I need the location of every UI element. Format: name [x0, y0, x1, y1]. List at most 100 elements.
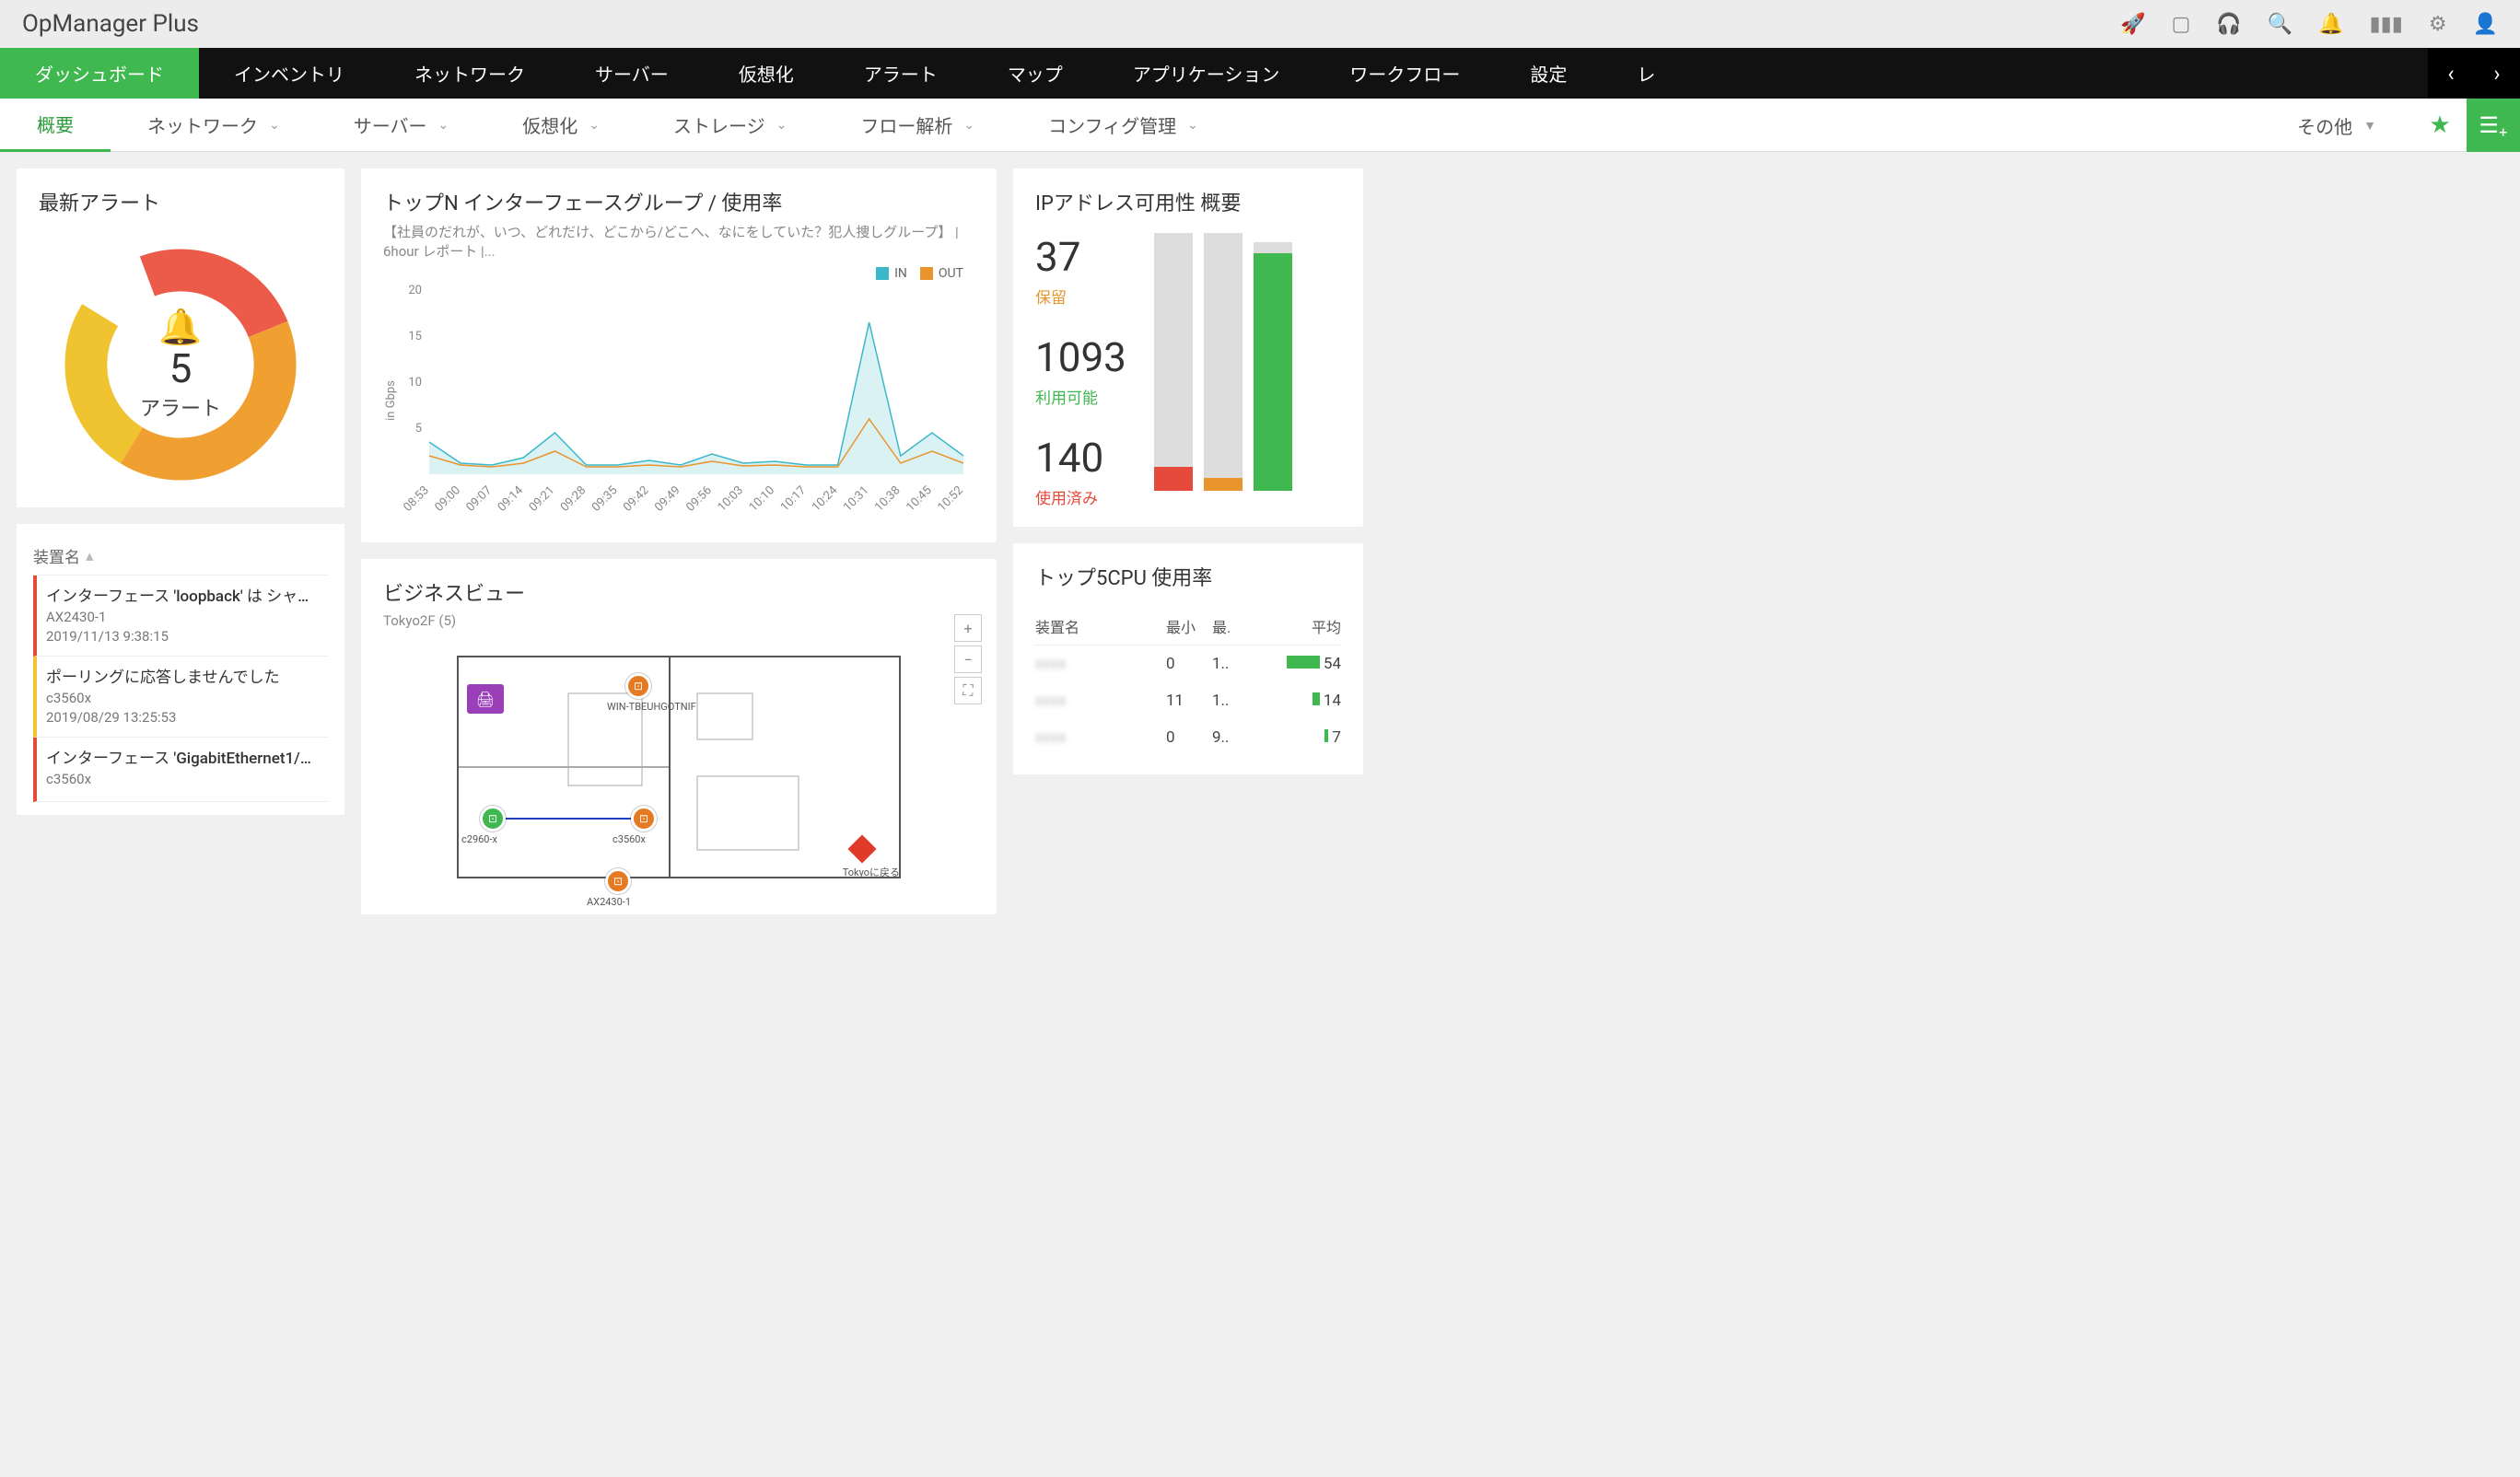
- rocket-icon[interactable]: 🚀: [2120, 13, 2145, 36]
- svg-text:09:28: 09:28: [558, 483, 589, 514]
- svg-text:10:24: 10:24: [810, 483, 841, 515]
- nav-6[interactable]: マップ: [973, 48, 1098, 99]
- legend-out: OUT: [939, 266, 963, 281]
- widgets-icon[interactable]: ▮▮▮: [2370, 13, 2403, 36]
- cpu-col-min[interactable]: 最小: [1166, 615, 1212, 637]
- svg-text:09:00: 09:00: [432, 483, 462, 514]
- svg-text:09:14: 09:14: [496, 483, 527, 515]
- business-view-card: ビジネスビュー Tokyo2F (5) + − ⛶ 🖨 ⊡WIN-TBEU: [361, 559, 997, 914]
- device-node[interactable]: ⊡: [631, 806, 657, 832]
- cpu-row[interactable]: xxxx09.. 7: [1035, 719, 1341, 756]
- headset-icon[interactable]: 🎧: [2216, 13, 2241, 36]
- ip-bar[interactable]: [1254, 242, 1292, 491]
- legend-in: IN: [894, 266, 907, 281]
- floor-map[interactable]: 🖨 ⊡WIN-TBEUHGOTNIF⊡c2960-x⊡c3560x⊡AX2430…: [439, 638, 918, 896]
- subnav-other[interactable]: その他▼: [2260, 99, 2413, 152]
- device-col-header[interactable]: 装置名: [33, 544, 80, 567]
- svg-text:09:35: 09:35: [589, 483, 620, 514]
- ip-bar[interactable]: [1204, 233, 1242, 491]
- subnav-2[interactable]: サーバー⌄: [317, 99, 486, 152]
- main-nav: ダッシュボードインベントリネットワークサーバー仮想化アラートマップアプリケーショ…: [0, 48, 2520, 99]
- fullscreen-icon[interactable]: ⛶: [954, 677, 982, 704]
- nav-next[interactable]: ›: [2474, 48, 2520, 99]
- back-label[interactable]: Tokyoに戻る: [843, 865, 900, 879]
- nav-1[interactable]: インベントリ: [199, 48, 379, 99]
- alert-list-card: 装置名▴ インターフェース 'loopback' は シャットダウ...AX24…: [17, 524, 344, 815]
- svg-text:10: 10: [408, 376, 422, 390]
- svg-text:10:38: 10:38: [872, 483, 903, 514]
- nav-10[interactable]: レ: [1602, 48, 1690, 99]
- alert-label: アラート: [140, 392, 221, 422]
- nav-4[interactable]: 仮想化: [704, 48, 829, 99]
- svg-text:09:56: 09:56: [683, 483, 714, 514]
- alert-row[interactable]: インターフェース 'GigabitEthernet1/0/6-RIC...c35…: [33, 738, 328, 802]
- ip-availability-card: IPアドレス可用性 概要 37保留1093利用可能140使用済み: [1013, 169, 1363, 527]
- svg-text:10:52: 10:52: [935, 483, 965, 514]
- cpu-col-avg[interactable]: 平均: [1258, 615, 1341, 637]
- biz-title: ビジネスビュー: [383, 577, 974, 607]
- svg-text:5: 5: [415, 422, 422, 436]
- svg-text:09:42: 09:42: [621, 483, 651, 514]
- nav-prev[interactable]: ‹: [2428, 48, 2474, 99]
- bell-icon[interactable]: 🔔: [2318, 13, 2343, 36]
- device-node-purple[interactable]: 🖨: [467, 684, 504, 714]
- cpu-col-max[interactable]: 最.: [1212, 615, 1258, 637]
- svg-text:10:45: 10:45: [904, 483, 934, 514]
- subnav-0[interactable]: 概要: [0, 99, 111, 152]
- subnav-1[interactable]: ネットワーク⌄: [111, 99, 317, 152]
- cpu-row[interactable]: xxxx01.. 54: [1035, 645, 1341, 682]
- cpu-row[interactable]: xxxx111.. 14: [1035, 682, 1341, 719]
- nav-3[interactable]: サーバー: [560, 48, 704, 99]
- nav-9[interactable]: 設定: [1495, 48, 1602, 99]
- device-label: c3560x: [612, 833, 646, 845]
- device-node[interactable]: ⊡: [480, 806, 506, 832]
- search-icon[interactable]: 🔍: [2268, 13, 2292, 36]
- gear-icon[interactable]: ⚙: [2429, 13, 2447, 36]
- cpu-title: トップ5CPU 使用率: [1035, 562, 1341, 591]
- svg-text:09:07: 09:07: [464, 483, 495, 514]
- ip-stat[interactable]: 37保留: [1035, 233, 1126, 308]
- nav-5[interactable]: アラート: [829, 48, 973, 99]
- cpu-card: トップ5CPU 使用率 装置名 最小 最. 平均 xxxx01.. 54xxxx…: [1013, 543, 1363, 774]
- nav-7[interactable]: アプリケーション: [1098, 48, 1315, 99]
- subnav-6[interactable]: コンフィグ管理⌄: [1011, 99, 1235, 152]
- alert-row[interactable]: ポーリングに応答しませんでしたc3560x2019/08/29 13:25:53: [33, 657, 328, 738]
- alerts-donut[interactable]: 🔔 5 アラート: [56, 240, 305, 489]
- zoom-in-icon[interactable]: +: [954, 614, 982, 642]
- ip-bar-chart[interactable]: [1154, 233, 1292, 491]
- subnav-5[interactable]: フロー解析⌄: [823, 99, 1011, 152]
- device-label: c2960-x: [461, 833, 497, 845]
- sub-nav: 概要ネットワーク⌄サーバー⌄仮想化⌄ストレージ⌄フロー解析⌄コンフィグ管理⌄ そ…: [0, 99, 2520, 152]
- subnav-3[interactable]: 仮想化⌄: [485, 99, 636, 152]
- ip-bar[interactable]: [1154, 233, 1193, 491]
- cpu-col-device[interactable]: 装置名: [1035, 615, 1166, 637]
- svg-text:08:53: 08:53: [401, 483, 431, 514]
- svg-text:in Gbps: in Gbps: [384, 380, 398, 421]
- svg-text:10:17: 10:17: [778, 483, 809, 514]
- ip-stat[interactable]: 140使用済み: [1035, 434, 1126, 508]
- zoom-out-icon[interactable]: −: [954, 645, 982, 673]
- alert-bell-icon: 🔔: [140, 308, 221, 348]
- svg-text:15: 15: [408, 330, 422, 343]
- subnav-4[interactable]: ストレージ⌄: [636, 99, 823, 152]
- biz-subtitle: Tokyo2F (5): [383, 612, 974, 629]
- chart-subtitle: 【社員のだれが、いつ、どれだけ、どこから/どこへ、なにをしていた？犯人捜しグルー…: [383, 222, 974, 261]
- nav-0[interactable]: ダッシュボード: [0, 48, 199, 99]
- device-node[interactable]: ⊡: [605, 868, 631, 894]
- ip-stat[interactable]: 1093利用可能: [1035, 333, 1126, 408]
- traffic-chart[interactable]: 5101520in Gbps08:5309:0009:0709:1409:210…: [383, 281, 973, 520]
- device-label: AX2430-1: [587, 896, 631, 908]
- alert-row[interactable]: インターフェース 'loopback' は シャットダウ...AX2430-12…: [33, 576, 328, 657]
- nav-2[interactable]: ネットワーク: [379, 48, 560, 99]
- nav-8[interactable]: ワークフロー: [1314, 48, 1495, 99]
- brand-title: OpManager Plus: [22, 10, 199, 38]
- user-icon[interactable]: 👤: [2473, 13, 2498, 36]
- favorite-icon[interactable]: ★: [2413, 99, 2467, 152]
- svg-text:09:49: 09:49: [652, 483, 682, 514]
- device-label: WIN-TBEUHGOTNIF: [607, 701, 696, 713]
- add-widget-icon[interactable]: ☰₊: [2467, 99, 2520, 152]
- device-node[interactable]: ⊡: [625, 673, 651, 699]
- svg-text:10:31: 10:31: [841, 483, 871, 514]
- alerts-card: 最新アラート 🔔 5 アラート: [17, 169, 344, 507]
- presentation-icon[interactable]: ▢: [2172, 13, 2191, 36]
